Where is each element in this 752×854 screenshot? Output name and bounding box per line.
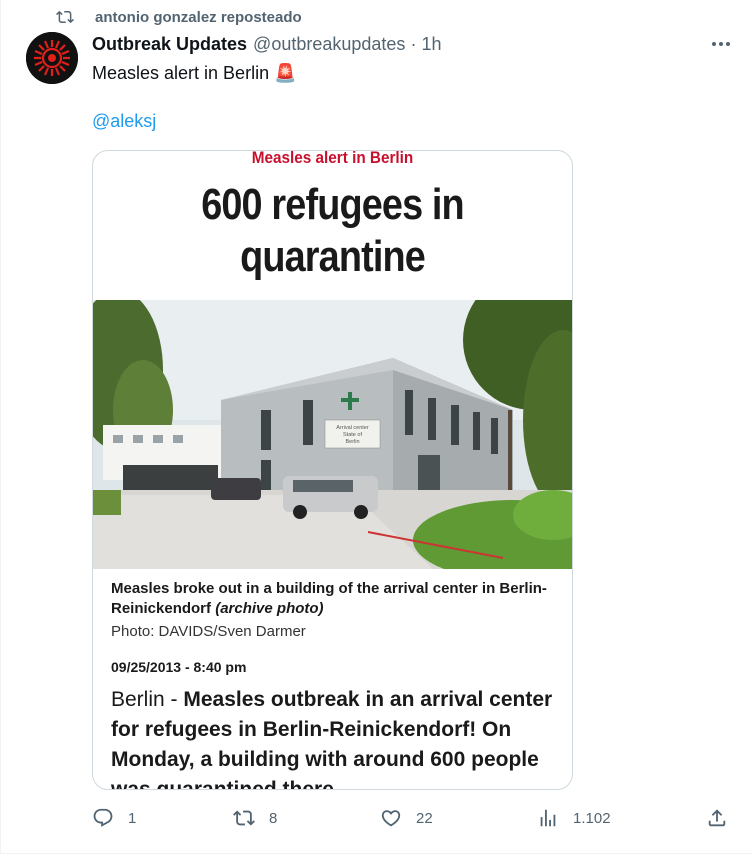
views-icon [540,809,556,827]
tweet-article[interactable]: antonio gonzalez reposteado Outbreak Upd… [0,0,752,854]
caption-main: Measles broke out in a building of the a… [111,580,547,617]
views-count: 1.102 [573,809,611,827]
article-date: 09/25/2013 - 8:40 pm [111,659,247,675]
reply-count: 1 [128,809,137,827]
more-icon [712,42,730,46]
body-place: Berlin - [111,688,184,711]
repost-context: antonio gonzalez reposteado [55,6,302,28]
repost-button[interactable]: 8 [233,804,277,832]
share-icon [708,809,726,827]
sign-line-1: Arrival center [336,425,369,431]
repost-icon [55,8,75,26]
headline-line-1: 600 refugees in [201,180,464,229]
reply-icon [93,808,113,827]
headline-line-2: quarantine [240,232,426,281]
photo-caption: Measles broke out in a building of the a… [111,579,551,619]
tweet-text: Measles alert in Berlin 🚨 [92,63,297,83]
separator-dot: · [410,33,417,54]
mention-link[interactable]: @aleksj [92,111,156,132]
sign-line-2: State of [343,432,362,438]
avatar[interactable] [26,32,78,84]
action-bar: 1 8 22 1.102 [92,804,732,832]
heart-icon [381,810,401,827]
share-button[interactable] [706,804,728,832]
repost-label[interactable]: antonio gonzalez reposteado [95,9,302,26]
article-photo: Arrival center State of Berlin [93,300,572,569]
article-kicker: Measles alert in Berlin [251,150,414,167]
tweet-header: Outbreak Updates @outbreakupdates · 1h [92,32,441,56]
sign-line-3: Berlin [345,439,359,445]
media-card[interactable]: Measles alert in Berlin 600 refugees in … [92,150,573,790]
repost-icon [233,810,255,826]
outbreak-logo-icon [26,32,78,84]
caption-italic: (archive photo) [215,600,324,617]
repost-count: 8 [269,809,278,827]
reply-button[interactable]: 1 [92,804,136,832]
photo-credit: Photo: DAVIDS/Sven Darmer [111,623,306,640]
like-count: 22 [416,809,433,827]
like-button[interactable]: 22 [380,804,433,832]
user-handle[interactable]: @outbreakupdates [253,34,405,55]
more-options-button[interactable] [708,34,734,54]
views-button[interactable]: 1.102 [537,804,611,832]
timestamp[interactable]: 1h [421,34,441,55]
display-name[interactable]: Outbreak Updates [92,34,247,55]
article-headline: 600 refugees in quarantine [127,179,539,283]
article-body: Berlin - Measles outbreak in an arrival … [111,685,561,789]
